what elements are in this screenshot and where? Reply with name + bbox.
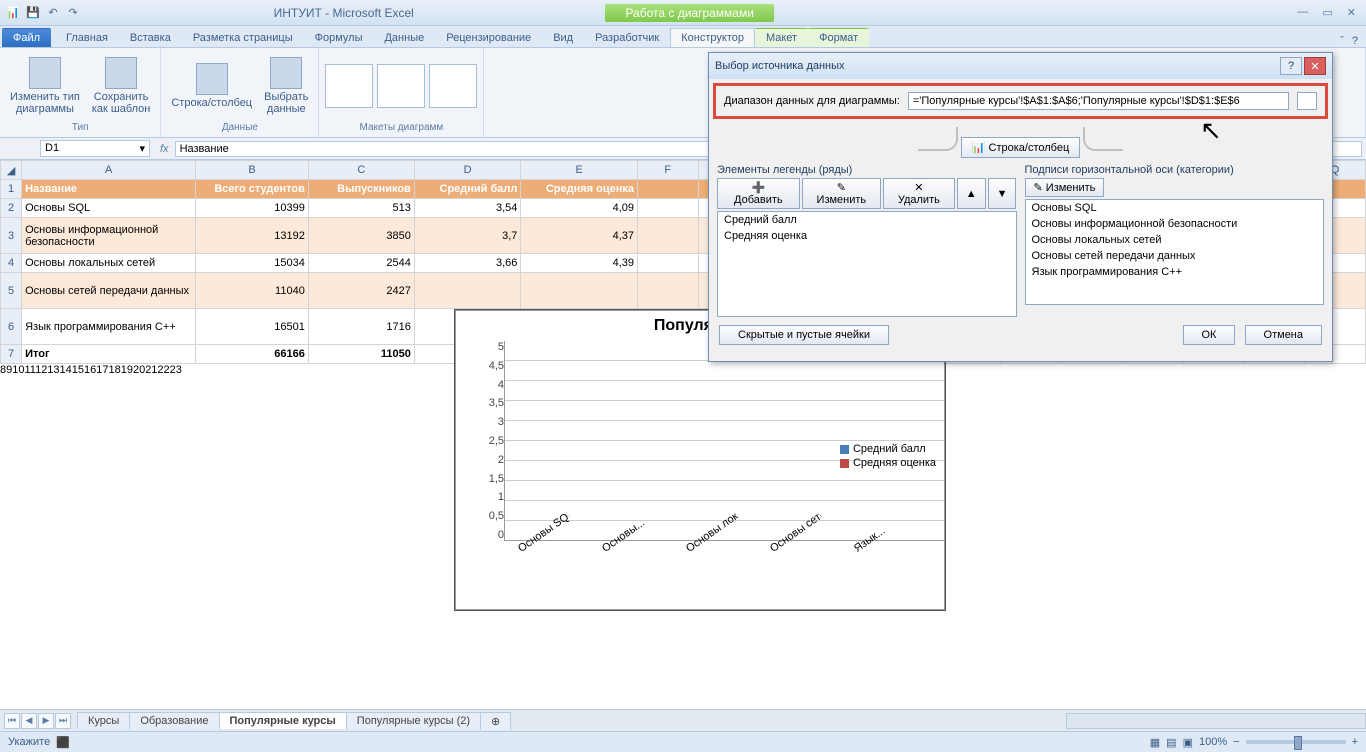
zoom-slider[interactable] <box>1246 740 1346 744</box>
col-header-a[interactable]: A <box>22 161 196 180</box>
minimize-ribbon-icon[interactable]: ˇ <box>1340 35 1344 47</box>
save-icon[interactable]: 💾 <box>24 4 42 22</box>
view-page-icon[interactable]: ▤ <box>1166 736 1176 749</box>
edit-series-button[interactable]: ✎ Изменить <box>802 178 881 209</box>
cancel-button[interactable]: Отмена <box>1245 325 1322 345</box>
ribbon-group-type: Тип <box>72 122 89 135</box>
select-all[interactable]: ◢ <box>1 161 22 180</box>
ribbon-group-layouts: Макеты диаграмм <box>360 122 444 135</box>
chart-layouts-gallery[interactable] <box>325 50 477 122</box>
col-header-c[interactable]: C <box>308 161 414 180</box>
dialog-help-icon[interactable]: ? <box>1280 57 1302 75</box>
name-box[interactable]: D1▾ <box>40 140 150 157</box>
select-data-icon <box>270 57 302 89</box>
list-item[interactable]: Основы SQL <box>1026 200 1324 216</box>
switch-row-col-button[interactable]: 📊 Строка/столбец <box>961 137 1081 158</box>
chart-x-axis: Основы SQLОсновы...Основы локальных...Ос… <box>456 541 944 557</box>
chevron-down-icon[interactable]: ▾ <box>139 142 145 155</box>
select-data-source-dialog: Выбор источника данных ? ✕ Диапазон данн… <box>708 52 1333 362</box>
tab-layout[interactable]: Макет <box>755 28 808 47</box>
category-axis-label: Подписи горизонтальной оси (категории) <box>1025 164 1325 176</box>
undo-icon[interactable]: ↶ <box>44 4 62 22</box>
help-icon[interactable]: ? <box>1352 35 1358 47</box>
chart-y-axis: 54,543,532,521,510,50 <box>486 341 504 541</box>
next-sheet-icon[interactable]: ▶ <box>38 713 54 729</box>
window-title: ИНТУИТ - Microsoft Excel <box>82 6 605 20</box>
edit-categories-button[interactable]: ✎ Изменить <box>1025 178 1105 197</box>
sheet-tab-active[interactable]: Популярные курсы <box>219 712 347 729</box>
change-chart-type-button[interactable]: Изменить тип диаграммы <box>6 55 84 117</box>
save-template-icon <box>105 57 137 89</box>
tab-design[interactable]: Конструктор <box>670 28 755 47</box>
cursor-icon: ↖ <box>1200 115 1222 146</box>
chart-tools-context: Работа с диаграммами <box>605 4 774 22</box>
sheet-tab[interactable]: Образование <box>129 712 219 729</box>
horizontal-scrollbar[interactable] <box>1066 713 1366 729</box>
list-item[interactable]: Средняя оценка <box>718 228 1016 244</box>
macro-record-icon[interactable]: ⬛ <box>56 736 70 749</box>
fx-icon[interactable]: fx <box>154 143 175 155</box>
list-item[interactable]: Язык программирования C++ <box>1026 264 1324 280</box>
chart-type-icon <box>29 57 61 89</box>
tab-home[interactable]: Главная <box>55 28 119 47</box>
list-item[interactable]: Основы сетей передачи данных <box>1026 248 1324 264</box>
excel-icon: 📊 <box>4 4 22 22</box>
tab-data[interactable]: Данные <box>373 28 435 47</box>
chart-data-range-row: Диапазон данных для диаграммы: <box>713 83 1328 119</box>
title-bar: 📊 💾 ↶ ↷ ИНТУИТ - Microsoft Excel Работа … <box>0 0 1366 26</box>
minimize-icon[interactable]: — <box>1297 6 1308 19</box>
col-header-e[interactable]: E <box>521 161 638 180</box>
ok-button[interactable]: ОК <box>1183 325 1236 345</box>
legend-series-label: Элементы легенды (ряды) <box>717 164 1017 176</box>
hidden-cells-button[interactable]: Скрытые и пустые ячейки <box>719 325 889 345</box>
delete-series-button[interactable]: ✕ Удалить <box>883 178 955 209</box>
prev-sheet-icon[interactable]: ◀ <box>21 713 37 729</box>
switch-icon <box>196 63 228 95</box>
chart-range-input[interactable] <box>908 92 1289 110</box>
arrow-right-icon <box>1083 127 1123 151</box>
col-header-b[interactable]: B <box>196 161 309 180</box>
categories-list[interactable]: Основы SQL Основы информационной безопас… <box>1025 199 1325 305</box>
close-icon[interactable]: ✕ <box>1347 6 1356 19</box>
sheet-tabs: ⏮ ◀ ▶ ⏭ Курсы Образование Популярные кур… <box>0 709 1366 731</box>
dialog-title: Выбор источника данных <box>715 60 845 72</box>
col-header-d[interactable]: D <box>414 161 521 180</box>
tab-file[interactable]: Файл <box>2 28 51 47</box>
sheet-tab[interactable]: Курсы <box>77 712 130 729</box>
series-list[interactable]: Средний балл Средняя оценка <box>717 211 1017 317</box>
first-sheet-icon[interactable]: ⏮ <box>4 713 20 729</box>
last-sheet-icon[interactable]: ⏭ <box>55 713 71 729</box>
list-item[interactable]: Средний балл <box>718 212 1016 228</box>
view-normal-icon[interactable]: ▦ <box>1150 736 1160 749</box>
restore-icon[interactable]: ▭ <box>1322 6 1332 19</box>
select-data-button[interactable]: Выбрать данные <box>260 55 312 117</box>
chart-legend: Средний балл Средняя оценка <box>840 441 936 471</box>
range-label: Диапазон данных для диаграммы: <box>724 95 900 107</box>
new-sheet-icon[interactable]: ⊕ <box>480 712 511 730</box>
quick-access-toolbar: 📊 💾 ↶ ↷ <box>4 4 82 22</box>
list-item[interactable]: Основы локальных сетей <box>1026 232 1324 248</box>
save-template-button[interactable]: Сохранить как шаблон <box>88 55 155 117</box>
move-down-button[interactable]: ▼ <box>988 178 1017 209</box>
tab-review[interactable]: Рецензирование <box>435 28 542 47</box>
tab-insert[interactable]: Вставка <box>119 28 182 47</box>
move-up-button[interactable]: ▲ <box>957 178 986 209</box>
sheet-tab[interactable]: Популярные курсы (2) <box>346 712 481 729</box>
tab-developer[interactable]: Разработчик <box>584 28 670 47</box>
add-series-button[interactable]: ➕ Добавить <box>717 178 800 209</box>
redo-icon[interactable]: ↷ <box>64 4 82 22</box>
list-item[interactable]: Основы информационной безопасности <box>1026 216 1324 232</box>
switch-row-col-button[interactable]: Строка/столбец <box>167 61 256 111</box>
range-picker-icon[interactable] <box>1297 92 1317 110</box>
tab-formulas[interactable]: Формулы <box>304 28 374 47</box>
ribbon-tabs: Файл Главная Вставка Разметка страницы Ф… <box>0 26 1366 48</box>
tab-view[interactable]: Вид <box>542 28 584 47</box>
tab-format[interactable]: Формат <box>808 28 869 47</box>
tab-page-layout[interactable]: Разметка страницы <box>182 28 304 47</box>
dialog-close-icon[interactable]: ✕ <box>1304 57 1326 75</box>
ribbon-group-data: Данные <box>222 122 258 135</box>
arrow-left-icon <box>918 127 958 151</box>
view-break-icon[interactable]: ▣ <box>1183 736 1193 749</box>
status-bar: Укажите ⬛ ▦ ▤ ▣ 100% − + <box>0 731 1366 752</box>
